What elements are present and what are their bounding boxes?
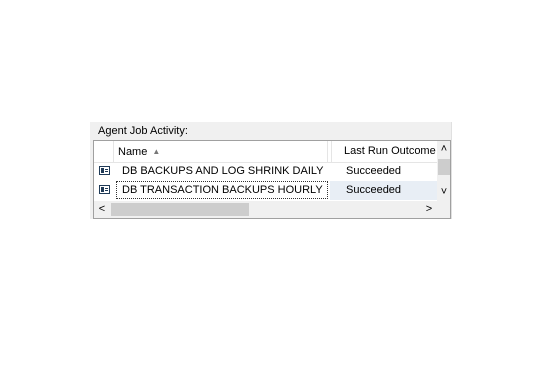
grid-header: Name ▲ Last Run Outcome [94,141,437,163]
panel-title: Agent Job Activity: [98,125,188,137]
scroll-right-icon[interactable]: > [422,202,436,216]
horizontal-scrollbar[interactable]: < > [94,201,437,218]
column-header-name[interactable]: Name ▲ [118,141,160,162]
header-divider[interactable] [327,141,328,162]
job-name-cell: DB BACKUPS AND LOG SHRINK DAILY [122,165,324,177]
agent-job-activity-panel: Agent Job Activity: Name ▲ Last Run Outco… [90,122,452,219]
header-divider[interactable] [331,141,332,162]
scroll-left-icon[interactable]: < [95,202,109,216]
last-run-outcome-cell: Succeeded [346,165,402,177]
scrollbar-corner [437,201,450,218]
column-header-last-run-outcome[interactable]: Last Run Outcome [344,141,436,162]
job-icon [99,185,110,194]
horizontal-scroll-thumb[interactable] [111,203,249,216]
vertical-scrollbar[interactable]: ˄ ˅ [437,141,450,201]
column-header-outcome-label: Last Run Outcome [344,145,436,157]
scroll-down-icon[interactable]: ˅ [437,185,450,199]
job-activity-grid[interactable]: Name ▲ Last Run Outcome DB BACKUPS AND LO… [93,140,451,219]
scroll-up-icon[interactable]: ˄ [437,142,450,156]
job-name-cell: DB TRANSACTION BACKUPS HOURLY [122,184,323,196]
job-icon [99,166,110,175]
column-header-name-label: Name [118,146,148,158]
sort-ascending-icon: ▲ [152,147,161,156]
header-divider [113,141,114,162]
vertical-scroll-thumb[interactable] [438,159,450,175]
last-run-outcome-cell: Succeeded [346,184,402,196]
table-row-selected[interactable]: DB TRANSACTION BACKUPS HOURLY Succeeded [94,181,437,200]
table-row[interactable]: DB BACKUPS AND LOG SHRINK DAILY Succeede… [94,162,437,181]
